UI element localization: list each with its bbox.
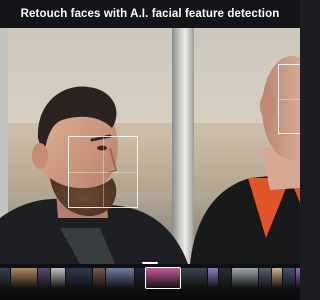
- filmstrip-bar: [0, 264, 300, 300]
- filmstrip-thumbnail[interactable]: [232, 268, 258, 288]
- filmstrip-thumbnail[interactable]: [135, 268, 145, 288]
- filmstrip-thumbnail[interactable]: [11, 268, 37, 288]
- face-detection-box[interactable]: [68, 136, 138, 208]
- filmstrip: [0, 267, 300, 289]
- grid-line: [103, 137, 104, 207]
- header-bar: Retouch faces with A.I. facial feature d…: [0, 0, 300, 28]
- filmstrip-thumbnail[interactable]: [283, 268, 295, 288]
- filmstrip-thumbnail[interactable]: [219, 268, 231, 288]
- filmstrip-thumbnail[interactable]: [145, 267, 181, 289]
- filmstrip-thumbnail[interactable]: [0, 268, 10, 288]
- filmstrip-thumbnail[interactable]: [272, 268, 282, 288]
- filmstrip-footer: [0, 290, 300, 300]
- grid-line: [279, 99, 300, 100]
- photo-image: [0, 28, 300, 264]
- filmstrip-thumbnail[interactable]: [38, 268, 50, 288]
- app-window: Retouch faces with A.I. facial feature d…: [0, 0, 300, 300]
- filmstrip-scroll-handle[interactable]: [142, 262, 158, 264]
- filmstrip-thumbnail[interactable]: [93, 268, 105, 288]
- face-detection-box[interactable]: [278, 64, 300, 134]
- filmstrip-thumbnail[interactable]: [106, 268, 134, 288]
- filmstrip-thumbnail[interactable]: [181, 268, 207, 288]
- filmstrip-thumbnail[interactable]: [296, 268, 300, 288]
- page-title: Retouch faces with A.I. facial feature d…: [20, 8, 280, 20]
- photo-canvas[interactable]: [0, 28, 300, 264]
- filmstrip-thumbnail[interactable]: [259, 268, 271, 288]
- filmstrip-thumbnail[interactable]: [208, 268, 218, 288]
- filmstrip-thumbnail[interactable]: [51, 268, 65, 288]
- filmstrip-thumbnail[interactable]: [66, 268, 92, 288]
